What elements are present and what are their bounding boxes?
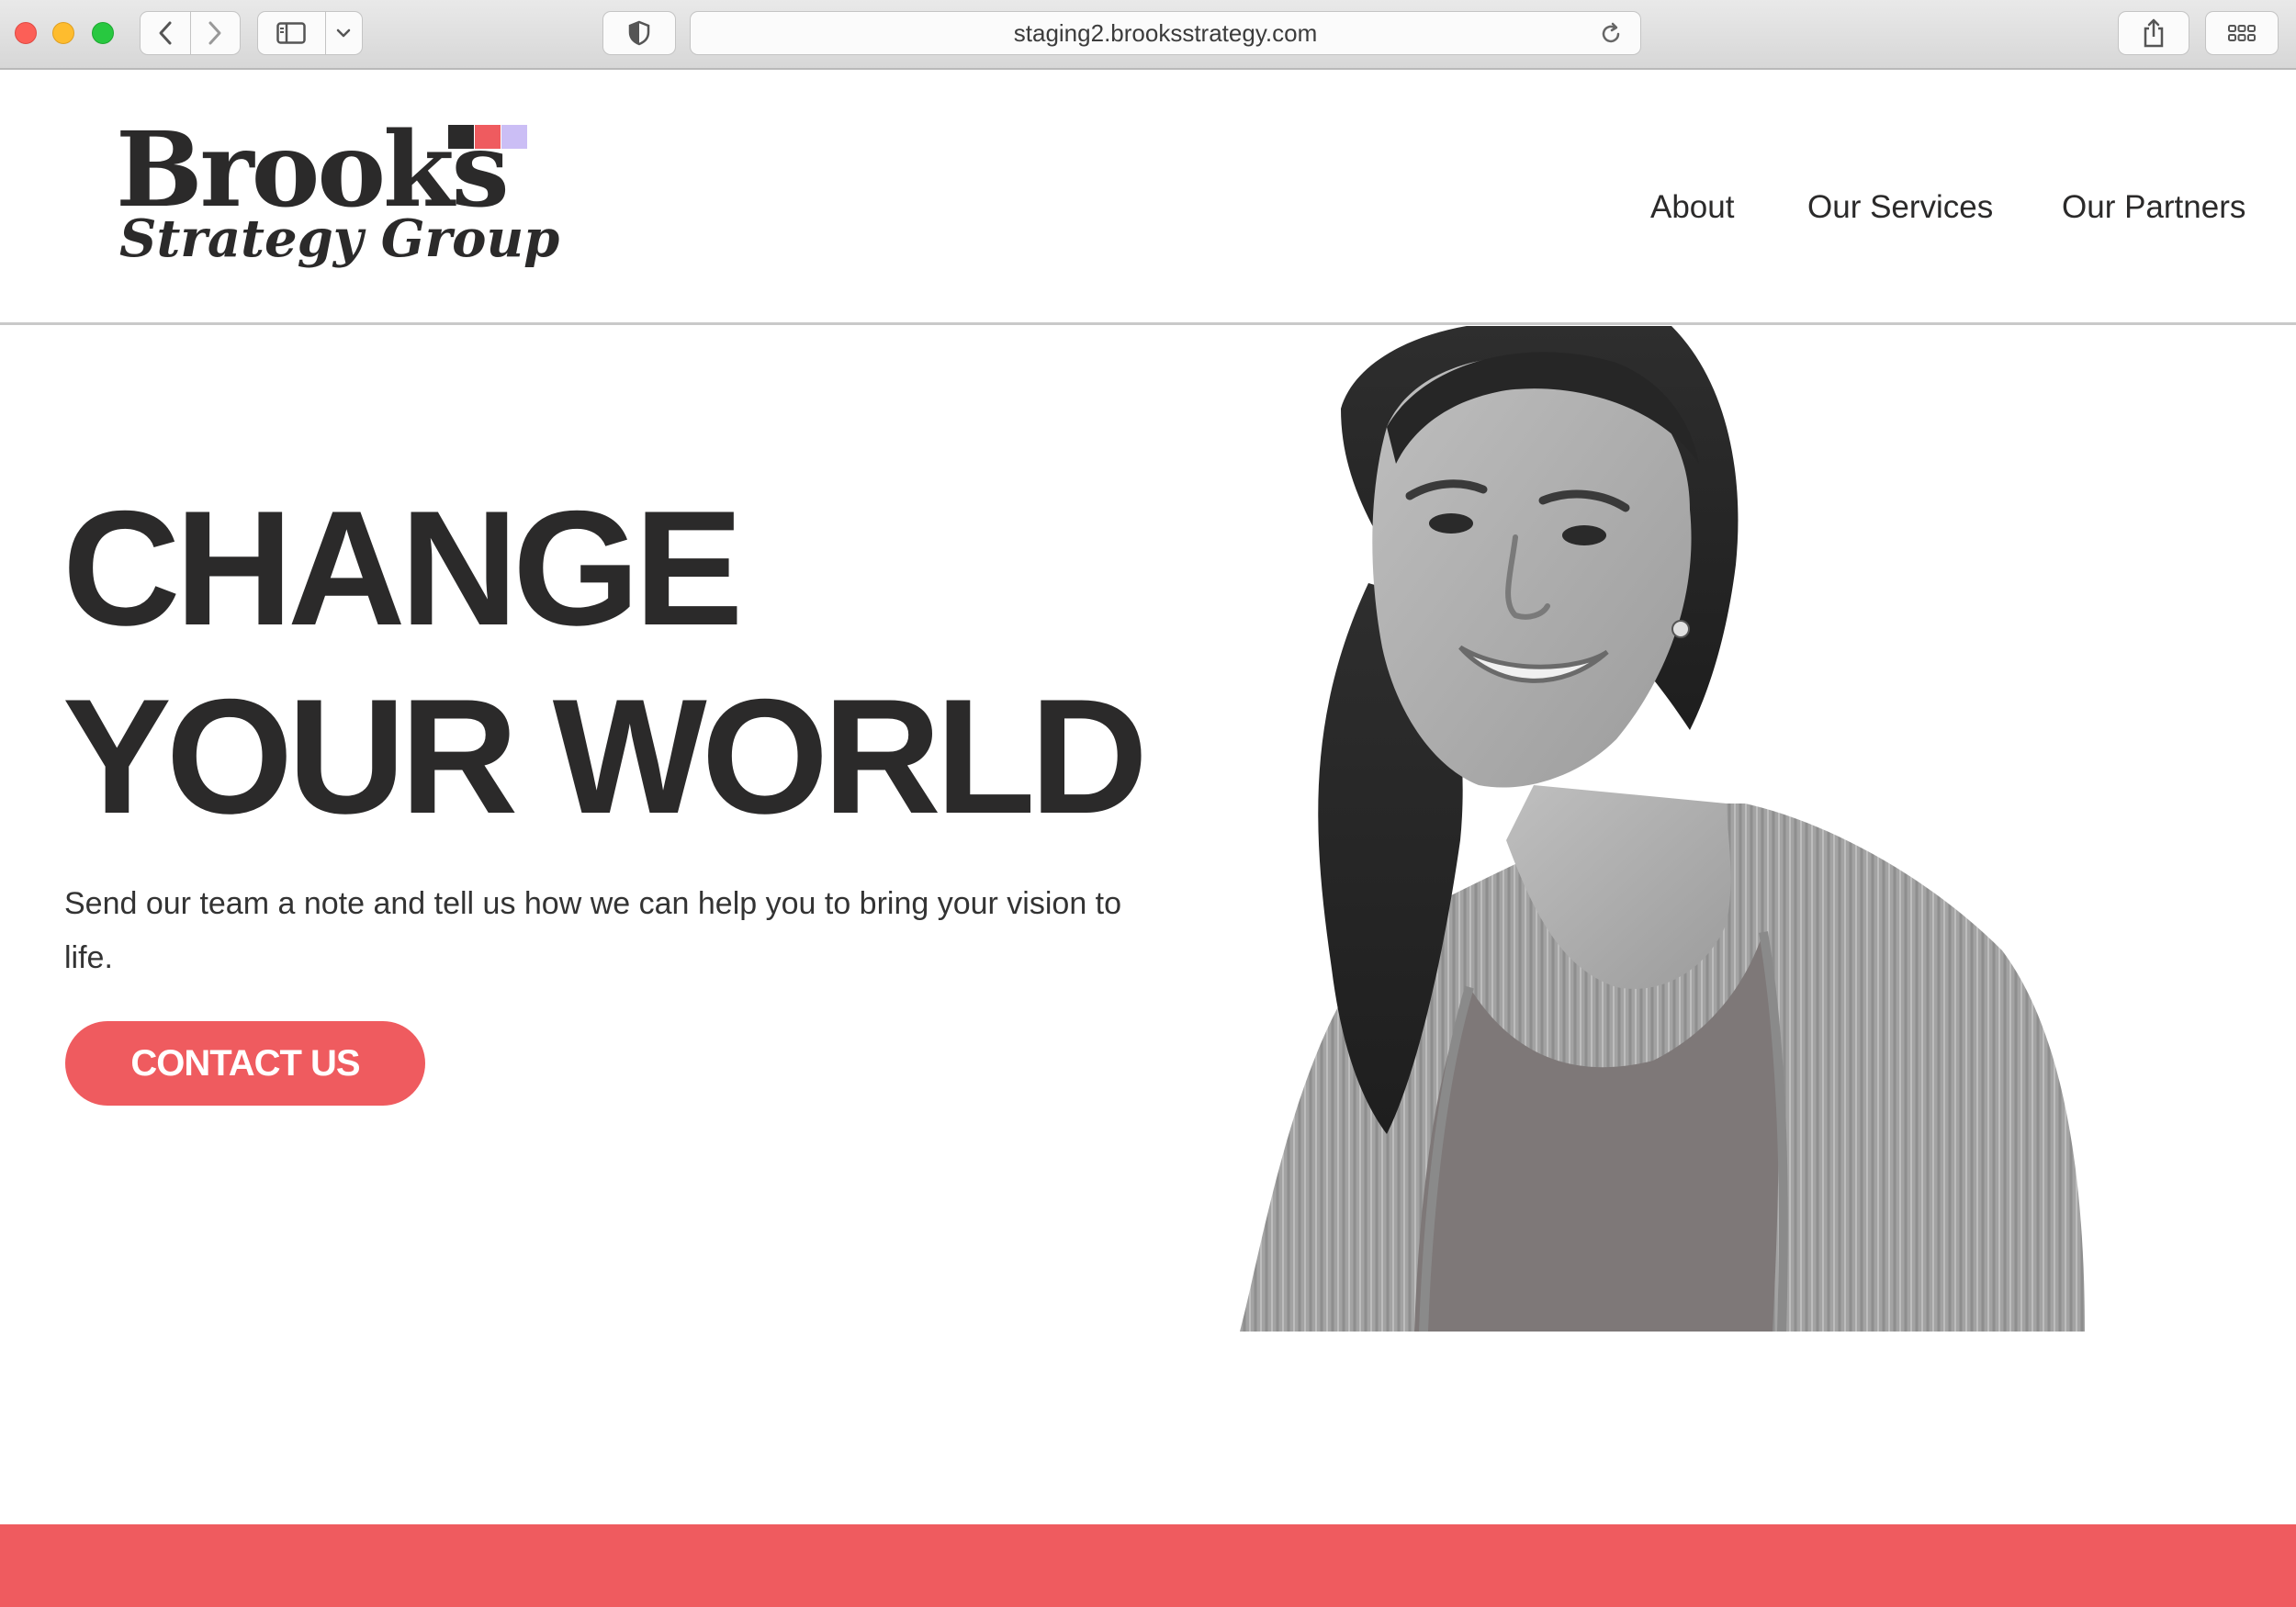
sidebar-control-group: [257, 11, 363, 55]
brooks-logo[interactable]: Brooks Strategy Group: [116, 119, 560, 275]
history-nav-group: [140, 11, 241, 55]
zoom-window-button[interactable]: [92, 22, 114, 44]
chevron-left-icon: [159, 21, 172, 45]
hero-title-line-2: YOUR WORLD: [62, 665, 1148, 848]
logo-square-lavender: [501, 125, 527, 149]
privacy-report-button[interactable]: [602, 11, 676, 55]
nav-link-about[interactable]: About: [1650, 189, 1734, 226]
share-button[interactable]: [2118, 11, 2189, 55]
address-bar[interactable]: staging2.brooksstrategy.com: [690, 11, 1641, 55]
hero-portrait-photo: [1240, 326, 2085, 1332]
sidebar-menu-button[interactable]: [326, 11, 362, 55]
site-header: Brooks Strategy Group About Our Services…: [0, 72, 2296, 325]
logo-square-dark: [448, 125, 474, 149]
sidebar-toggle-button[interactable]: [258, 11, 325, 55]
reload-icon[interactable]: [1598, 21, 1624, 47]
contact-us-button[interactable]: CONTACT US: [65, 1021, 425, 1106]
bottom-accent-band: [0, 1524, 2296, 1607]
nav-link-our-partners[interactable]: Our Partners: [2062, 189, 2245, 226]
browser-toolbar: staging2.brooksstrategy.com: [0, 0, 2296, 70]
tab-overview-button[interactable]: [2205, 11, 2279, 55]
nav-link-our-services[interactable]: Our Services: [1807, 189, 1993, 226]
hero-title-line-1: CHANGE: [62, 477, 743, 659]
minimize-window-button[interactable]: [52, 22, 74, 44]
share-icon: [2144, 18, 2164, 48]
chevron-right-icon: [208, 21, 221, 45]
hero-description: Send our team a note and tell us how we …: [64, 886, 1122, 975]
logo-tagline: Strategy Group: [119, 208, 560, 269]
tab-overview-icon: [2228, 25, 2256, 41]
close-window-button[interactable]: [15, 22, 37, 44]
shield-icon: [628, 20, 650, 46]
chevron-down-icon: [337, 28, 351, 38]
logo-square-red: [475, 125, 501, 149]
sidebar-icon: [276, 22, 307, 44]
url-text: staging2.brooksstrategy.com: [1013, 18, 1318, 47]
back-button[interactable]: [141, 11, 190, 55]
forward-button[interactable]: [190, 11, 240, 55]
